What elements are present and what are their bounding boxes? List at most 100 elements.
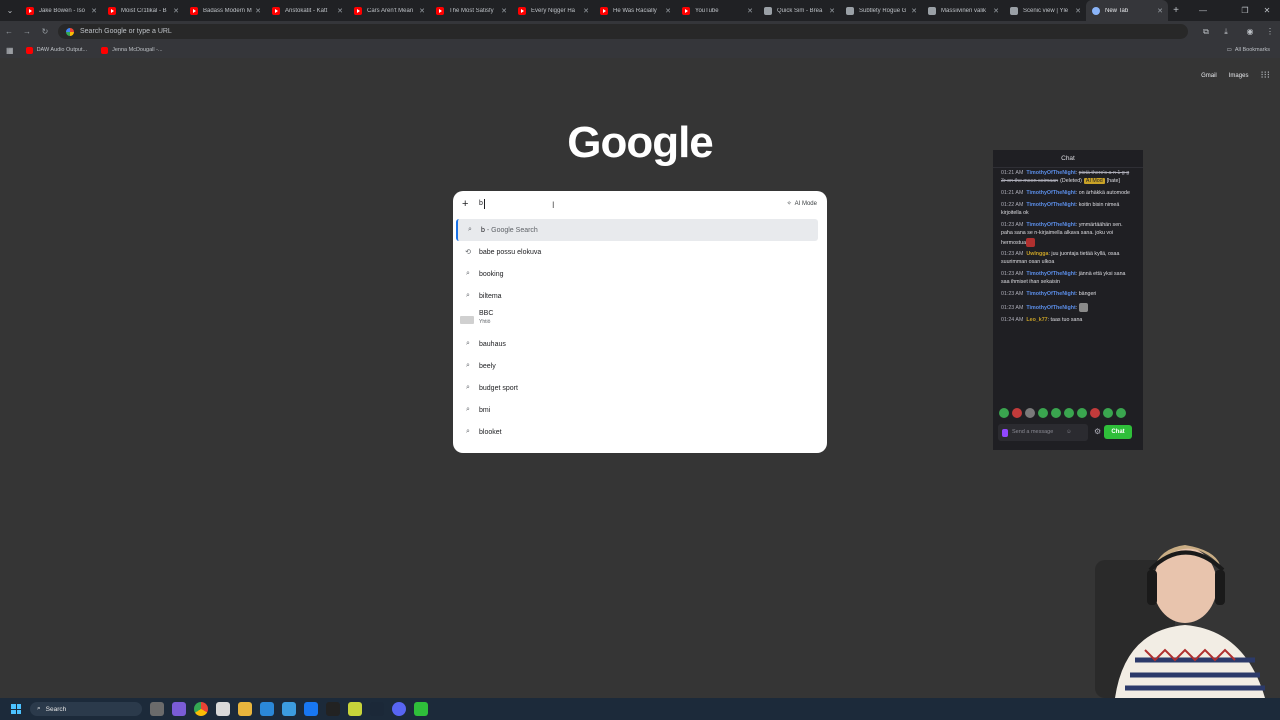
back-button[interactable]: ← [0, 21, 18, 42]
emote-icon[interactable] [1012, 408, 1022, 418]
suggestion-item[interactable]: ⌕ bauhaus [453, 333, 827, 355]
chat-username[interactable]: TimothyOfTheNight [1026, 170, 1075, 176]
images-link[interactable]: Images [1229, 73, 1249, 79]
emoji-icon[interactable]: ☺ [1066, 429, 1072, 436]
app-icon[interactable] [260, 702, 274, 716]
app-icon[interactable] [414, 702, 428, 716]
close-tab-icon[interactable]: ✕ [664, 7, 672, 15]
chat-send-button[interactable]: Chat [1104, 425, 1132, 439]
close-tab-icon[interactable]: ✕ [172, 7, 180, 15]
menu-icon[interactable]: ⋮ [1260, 21, 1280, 42]
facebook-icon[interactable] [304, 702, 318, 716]
tab[interactable]: Scenic view | Yle ✕ [1004, 0, 1086, 21]
emote-icon[interactable] [1051, 408, 1061, 418]
apps-icon[interactable]: ▦ [6, 46, 14, 55]
suggestion-item[interactable]: ⌕ blooket [453, 421, 827, 443]
chat-username[interactable]: Leo_k77 [1026, 317, 1047, 323]
suggestion-item[interactable]: ⌕ booking [453, 263, 827, 285]
start-button[interactable] [6, 698, 26, 720]
widgets-icon[interactable] [172, 702, 186, 716]
tab-search-button[interactable]: ⌄ [0, 0, 20, 21]
emote-icon[interactable] [1038, 408, 1048, 418]
emote-icon[interactable] [1064, 408, 1074, 418]
tab[interactable]: YouTube ✕ [676, 0, 758, 21]
close-tab-icon[interactable]: ✕ [910, 7, 918, 15]
extensions-icon[interactable]: ⧉ [1196, 21, 1216, 42]
task-view-icon[interactable] [150, 702, 164, 716]
maximize-button[interactable]: ❐ [1234, 0, 1256, 21]
suggestion-item[interactable]: ⌕ beely [453, 355, 827, 377]
close-tab-icon[interactable]: ✕ [1156, 7, 1164, 15]
close-tab-icon[interactable]: ✕ [582, 7, 590, 15]
address-bar[interactable]: Search Google or type a URL [58, 24, 1188, 39]
profile-icon[interactable]: ◉ [1240, 21, 1260, 42]
suggestion-item[interactable]: ⌕ budget sport [453, 377, 827, 399]
tab[interactable]: The Most Satisfy ✕ [430, 0, 512, 21]
app-icon[interactable] [348, 702, 362, 716]
steam-icon[interactable] [370, 702, 384, 716]
suggestion-item[interactable]: ⟲ babe possu elokuva [453, 241, 827, 263]
store-icon[interactable] [216, 702, 230, 716]
chat-username[interactable]: TimothyOfTheNight [1026, 222, 1075, 228]
close-tab-icon[interactable]: ✕ [746, 7, 754, 15]
chat-username[interactable]: Uwlngga [1026, 251, 1048, 257]
search-input[interactable]: + b I ✧ AI Mode [453, 191, 827, 219]
discord-icon[interactable] [392, 702, 406, 716]
bookmark-item[interactable]: Jenna McDougall -... [101, 46, 163, 54]
chat-username[interactable]: TimothyOfTheNight [1026, 291, 1075, 297]
emote-icon[interactable] [1090, 408, 1100, 418]
tab[interactable]: Aristokatit - Katt ✕ [266, 0, 348, 21]
close-tab-icon[interactable]: ✕ [336, 7, 344, 15]
chat-username[interactable]: TimothyOfTheNight [1026, 202, 1075, 208]
suggestion-item[interactable]: ⌕ biltema [453, 285, 827, 307]
close-tab-icon[interactable]: ✕ [500, 7, 508, 15]
bookmark-item[interactable]: DAW Audio Output... [25, 46, 87, 54]
download-icon[interactable]: ⤓ [1216, 21, 1236, 42]
emote-icon[interactable] [1077, 408, 1087, 418]
suggestion-item[interactable]: ⌕ bmi [453, 399, 827, 421]
tab[interactable]: Massiivinen valik ✕ [922, 0, 1004, 21]
close-tab-icon[interactable]: ✕ [1074, 7, 1082, 15]
chat-username[interactable]: TimothyOfTheNight [1026, 305, 1075, 311]
minimize-button[interactable]: — [1192, 0, 1214, 21]
close-tab-icon[interactable]: ✕ [992, 7, 1000, 15]
close-tab-icon[interactable]: ✕ [418, 7, 426, 15]
gear-icon[interactable]: ⚙ [1094, 427, 1101, 436]
gmail-link[interactable]: Gmail [1201, 73, 1217, 79]
ai-mode-button[interactable]: ✧ AI Mode [787, 200, 817, 208]
emote-icon[interactable] [1116, 408, 1126, 418]
app-icon[interactable] [326, 702, 340, 716]
taskbar-search[interactable]: ⌕ Search [30, 702, 142, 716]
forward-button[interactable]: → [18, 21, 36, 42]
chrome-icon[interactable] [194, 702, 208, 716]
tab[interactable]: Subtlety Rogue G ✕ [840, 0, 922, 21]
tab[interactable]: Every Nigger Ha ✕ [512, 0, 594, 21]
emote-icon[interactable] [1025, 408, 1035, 418]
close-tab-icon[interactable]: ✕ [90, 7, 98, 15]
close-tab-icon[interactable]: ✕ [828, 7, 836, 15]
chat-username[interactable]: TimothyOfTheNight [1026, 271, 1075, 277]
tab[interactable]: He Was Racially ✕ [594, 0, 676, 21]
tab[interactable]: Jake Bowen - Iso ✕ [20, 0, 102, 21]
tab[interactable]: New Tab ✕ [1086, 0, 1168, 21]
plus-icon[interactable]: + [462, 198, 468, 210]
file-explorer-icon[interactable] [238, 702, 252, 716]
suggestion-item[interactable]: ⌕ b - Google Search [456, 219, 818, 241]
search-query[interactable]: b [479, 200, 483, 207]
tab[interactable]: Moist Cr1tikal - B ✕ [102, 0, 184, 21]
microphone-icon[interactable] [1002, 428, 1008, 437]
emote-icon[interactable] [999, 408, 1009, 418]
new-tab-button[interactable]: + [1168, 5, 1184, 16]
app-icon[interactable] [282, 702, 296, 716]
tab[interactable]: Badass Modern M ✕ [184, 0, 266, 21]
tab[interactable]: Cars Aren't Mean ✕ [348, 0, 430, 21]
close-tab-icon[interactable]: ✕ [254, 7, 262, 15]
chat-username[interactable]: TimothyOfTheNight [1026, 190, 1075, 196]
suggestion-item[interactable]: BBC Yhtiö [453, 307, 827, 333]
tab[interactable]: Quick Sim - Brea ✕ [758, 0, 840, 21]
google-apps-icon[interactable]: ⁝⁝⁝ [1260, 70, 1270, 81]
close-window-button[interactable]: ✕ [1256, 0, 1278, 21]
reload-button[interactable]: ↻ [36, 21, 54, 42]
emote-icon[interactable] [1103, 408, 1113, 418]
chat-message-input[interactable]: Send a message ☺ [998, 424, 1088, 441]
